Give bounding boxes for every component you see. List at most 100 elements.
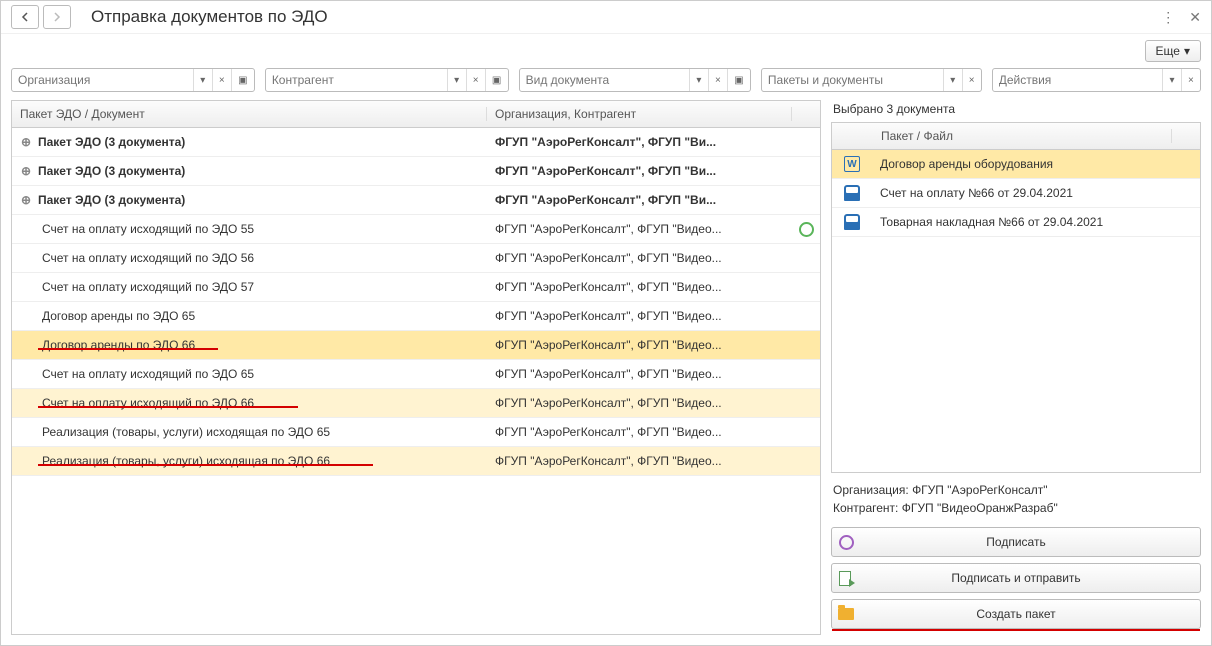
word-icon: W [844, 156, 860, 172]
expand-icon[interactable]: ⊕ [20, 136, 32, 148]
table-row[interactable]: ⊕ Пакет ЭДО (3 документа) ФГУП "АэроРегКон… [12, 157, 820, 186]
table-row[interactable]: Счет на оплату исходящий по ЭДО 55ФГУП "… [12, 215, 820, 244]
kebab-icon[interactable]: ⋮ [1161, 9, 1175, 26]
row-document: Реализация (товары, услуги) исходящая по… [42, 454, 330, 468]
row-org: ФГУП "АэроРегКонсалт", ФГУП "Видео... [487, 222, 792, 236]
row-document: Пакет ЭДО (3 документа) [38, 193, 185, 207]
table-row[interactable]: Договор аренды по ЭДО 65 ФГУП "АэроРегКон… [12, 302, 820, 331]
sign-send-button-label: Подписать и отправить [860, 571, 1200, 585]
file-name: Договор аренды оборудования [872, 157, 1200, 171]
titlebar: Отправка документов по ЭДО ⋮ ✕ [1, 1, 1211, 34]
row-document: Пакет ЭДО (3 документа) [38, 135, 185, 149]
filter-contractor[interactable]: ▾×▣ [265, 68, 509, 92]
folder-icon [838, 608, 854, 620]
row-org: ФГУП "АэроРегКонсалт", ФГУП "Ви... [487, 193, 792, 207]
filter-packages[interactable]: ▾× [761, 68, 982, 92]
row-org: ФГУП "АэроРегКонсалт", ФГУП "Видео... [487, 338, 792, 352]
filter-actions[interactable]: ▾× [992, 68, 1201, 92]
row-status [792, 222, 820, 237]
table-row[interactable]: Реализация (товары, услуги) исходящая по… [12, 447, 820, 476]
table-row[interactable]: ⊕ Пакет ЭДО (3 документа) ФГУП "АэроРегКон… [12, 128, 820, 157]
chevron-down-icon: ▾ [1184, 44, 1190, 58]
sign-icon [839, 535, 854, 550]
info-ctr-value: ФГУП "ВидеоОранжРазраб" [902, 501, 1058, 515]
filter-contractor-input[interactable] [266, 73, 447, 87]
row-org: ФГУП "АэроРегКонсалт", ФГУП "Видео... [487, 251, 792, 265]
side-panel: Выбрано 3 документа Пакет / Файл W Догово… [831, 100, 1201, 635]
row-document: Счет на оплату исходящий по ЭДО 66 [42, 396, 254, 410]
row-document: Счет на оплату исходящий по ЭДО 65 [42, 367, 254, 381]
clear-icon[interactable]: × [212, 69, 231, 91]
file-row[interactable]: Товарная накладная №66 от 29.04.2021 [832, 208, 1200, 237]
col-org[interactable]: Организация, Контрагент [487, 107, 792, 121]
filter-packages-input[interactable] [762, 73, 943, 87]
chevron-down-icon[interactable]: ▾ [689, 69, 708, 91]
table-body: ⊕ Пакет ЭДО (3 документа) ФГУП "АэроРегКон… [12, 128, 820, 634]
chevron-down-icon[interactable]: ▾ [1162, 69, 1181, 91]
sign-send-button[interactable]: Подписать и отправить [831, 563, 1201, 593]
document-table: Пакет ЭДО / Документ Организация, Контра… [11, 100, 821, 635]
row-document: Счет на оплату исходящий по ЭДО 56 [42, 251, 254, 265]
back-button[interactable] [11, 5, 39, 29]
forward-button[interactable] [43, 5, 71, 29]
row-org: ФГУП "АэроРегКонсалт", ФГУП "Ви... [487, 164, 792, 178]
table-row[interactable]: Договор аренды по ЭДО 66ФГУП "АэроРегКон… [12, 331, 820, 360]
expand-icon[interactable]: ⊕ [20, 194, 32, 206]
status-signed-icon [799, 222, 814, 237]
filter-org[interactable]: ▾×▣ [11, 68, 255, 92]
table-row[interactable]: ⊕ Пакет ЭДО (3 документа) ФГУП "АэроРегКон… [12, 186, 820, 215]
open-icon[interactable]: ▣ [727, 69, 750, 91]
chevron-down-icon[interactable]: ▾ [943, 69, 962, 91]
filter-actions-input[interactable] [993, 73, 1162, 87]
row-org: ФГУП "АэроРегКонсалт", ФГУП "Видео... [487, 367, 792, 381]
chevron-down-icon[interactable]: ▾ [193, 69, 212, 91]
filter-doctype-input[interactable] [520, 73, 689, 87]
table-header: Пакет ЭДО / Документ Организация, Контра… [12, 101, 820, 128]
row-org: ФГУП "АэроРегКонсалт", ФГУП "Видео... [487, 309, 792, 323]
file-row[interactable]: W Договор аренды оборудования [832, 150, 1200, 179]
clear-icon[interactable]: × [962, 69, 981, 91]
create-package-button-label: Создать пакет [860, 607, 1200, 621]
clear-icon[interactable]: × [708, 69, 727, 91]
open-icon[interactable]: ▣ [485, 69, 508, 91]
filter-doctype[interactable]: ▾×▣ [519, 68, 751, 92]
files-header: Пакет / Файл [832, 123, 1200, 150]
stamp-icon [844, 214, 860, 230]
filter-org-input[interactable] [12, 73, 193, 87]
expand-icon[interactable]: ⊕ [20, 165, 32, 177]
files-table: Пакет / Файл W Договор аренды оборудовани… [831, 122, 1201, 473]
selected-count: Выбрано 3 документа [831, 100, 1201, 122]
row-document: Реализация (товары, услуги) исходящая по… [42, 425, 330, 439]
col-document[interactable]: Пакет ЭДО / Документ [12, 107, 487, 121]
table-row[interactable]: Счет на оплату исходящий по ЭДО 65 ФГУП "… [12, 360, 820, 389]
row-document: Счет на оплату исходящий по ЭДО 57 [42, 280, 254, 294]
file-row[interactable]: Счет на оплату №66 от 29.04.2021 [832, 179, 1200, 208]
clear-icon[interactable]: × [466, 69, 485, 91]
info-ctr-label: Контрагент: [833, 501, 898, 515]
chevron-down-icon[interactable]: ▾ [447, 69, 466, 91]
col-file[interactable]: Пакет / Файл [873, 129, 1172, 143]
clear-icon[interactable]: × [1181, 69, 1200, 91]
more-button-label: Еще [1156, 44, 1180, 58]
window-title: Отправка документов по ЭДО [91, 7, 1161, 27]
row-org: ФГУП "АэроРегКонсалт", ФГУП "Видео... [487, 425, 792, 439]
app-window: Отправка документов по ЭДО ⋮ ✕ Еще▾ ▾×▣ … [0, 0, 1212, 646]
more-button[interactable]: Еще ▾ [1145, 40, 1201, 62]
sign-button[interactable]: Подписать [831, 527, 1201, 557]
row-org: ФГУП "АэроРегКонсалт", ФГУП "Ви... [487, 135, 792, 149]
row-org: ФГУП "АэроРегКонсалт", ФГУП "Видео... [487, 454, 792, 468]
file-name: Товарная накладная №66 от 29.04.2021 [872, 215, 1200, 229]
table-row[interactable]: Счет на оплату исходящий по ЭДО 66ФГУП "… [12, 389, 820, 418]
table-row[interactable]: Счет на оплату исходящий по ЭДО 57 ФГУП "… [12, 273, 820, 302]
close-icon[interactable]: ✕ [1189, 9, 1201, 26]
table-row[interactable]: Счет на оплату исходящий по ЭДО 56 ФГУП "… [12, 244, 820, 273]
filter-bar: ▾×▣ ▾×▣ ▾×▣ ▾× ▾× [1, 66, 1211, 100]
row-document: Пакет ЭДО (3 документа) [38, 164, 185, 178]
open-icon[interactable]: ▣ [231, 69, 254, 91]
send-icon [839, 571, 854, 586]
info-block: Организация: ФГУП "АэроРегКонсалт" Контр… [831, 473, 1201, 527]
row-document: Договор аренды по ЭДО 65 [42, 309, 195, 323]
row-org: ФГУП "АэроРегКонсалт", ФГУП "Видео... [487, 280, 792, 294]
create-package-button[interactable]: Создать пакет [831, 599, 1201, 629]
table-row[interactable]: Реализация (товары, услуги) исходящая по… [12, 418, 820, 447]
